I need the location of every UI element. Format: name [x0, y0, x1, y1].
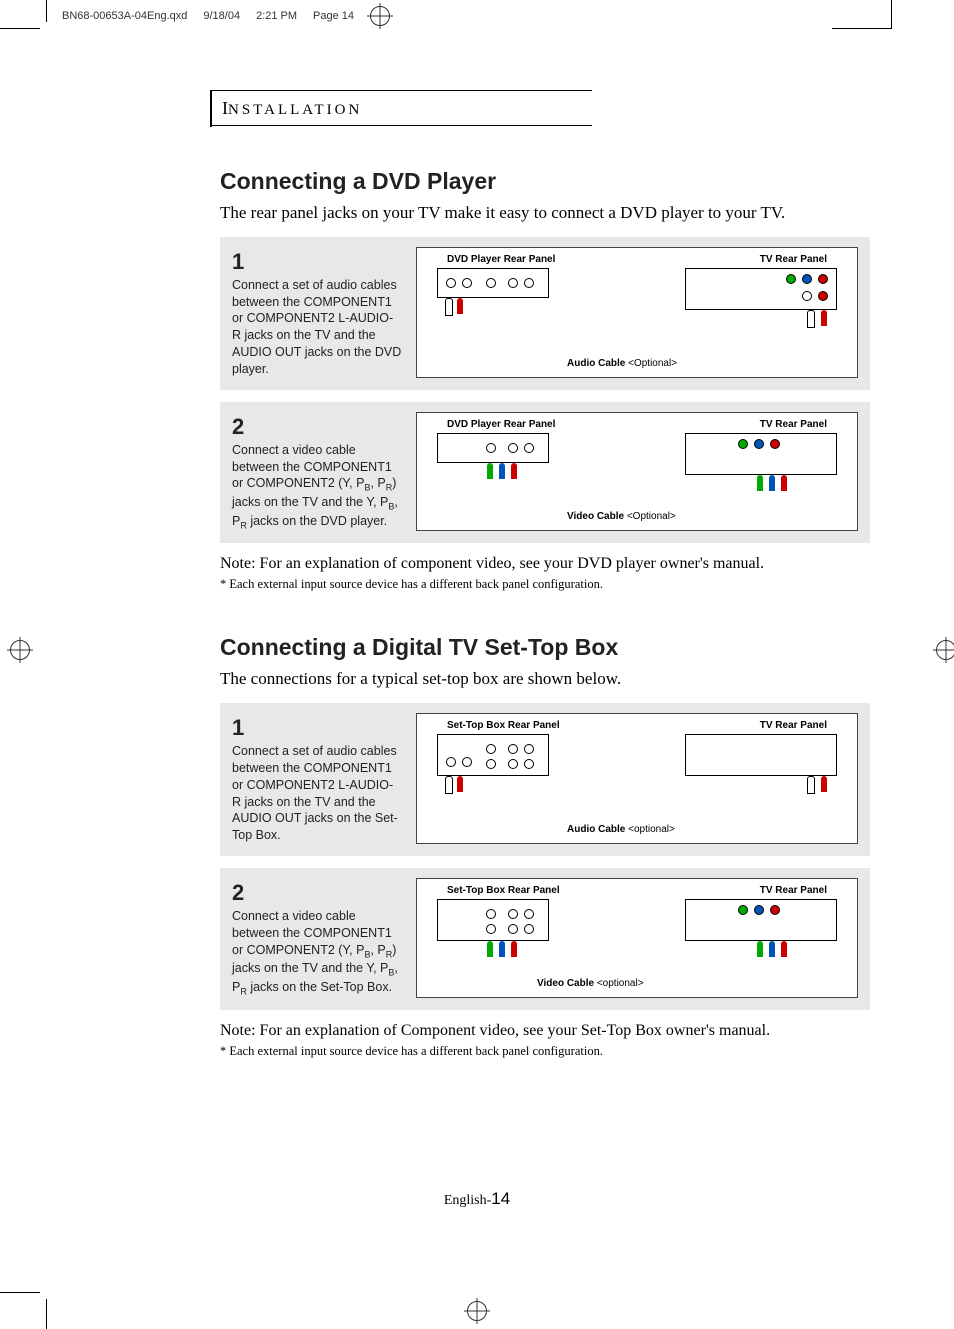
plug-red — [781, 941, 787, 957]
crop-mark — [46, 0, 47, 22]
registration-mark-icon — [370, 6, 390, 26]
crop-mark — [0, 28, 40, 29]
diagram-dvd-label: DVD Player Rear Panel — [447, 419, 555, 430]
dvd-panel — [437, 433, 549, 463]
tv-panel — [685, 268, 837, 310]
plug-red — [457, 298, 463, 314]
crop-mark — [891, 0, 892, 28]
page: BN68-00653A-04Eng.qxd 9/18/04 2:21 PM Pa… — [0, 0, 954, 1329]
body: Connecting a DVD Player The rear panel j… — [220, 168, 870, 1059]
plug-red — [821, 310, 827, 326]
tv-panel — [685, 433, 837, 475]
step-number: 2 — [232, 878, 402, 908]
diagram-tv-label: TV Rear Panel — [760, 885, 827, 896]
plug-white — [807, 776, 815, 794]
tv-panel — [685, 899, 837, 941]
step-text: 2 Connect a video cable between the COMP… — [232, 878, 402, 997]
diagram-stb-label: Set-Top Box Rear Panel — [447, 720, 560, 731]
stb-panel — [437, 899, 549, 941]
step-number: 2 — [232, 412, 402, 442]
plug-red — [511, 941, 517, 957]
footer-lang: English- — [444, 1193, 491, 1208]
tv-panel — [685, 734, 837, 776]
section2-intro: The connections for a typical set-top bo… — [220, 669, 870, 689]
cable-label: Audio Cable <Optional> — [567, 358, 677, 369]
registration-mark-icon — [10, 640, 30, 660]
plug-red — [457, 776, 463, 792]
plug-green — [757, 475, 763, 491]
section2-subnote: * Each external input source device has … — [220, 1044, 870, 1059]
crop-mark — [0, 1292, 40, 1293]
print-page: Page 14 — [313, 10, 354, 22]
registration-mark-icon — [936, 640, 954, 660]
plug-blue — [499, 941, 505, 957]
content-area: INSTALLATION Connecting a DVD Player The… — [90, 90, 870, 1063]
plug-blue — [769, 941, 775, 957]
print-header: BN68-00653A-04Eng.qxd 9/18/04 2:21 PM Pa… — [62, 6, 390, 26]
section2-note: Note: For an explanation of Component vi… — [220, 1022, 870, 1040]
plug-green — [757, 941, 763, 957]
plug-red — [781, 475, 787, 491]
step-text: 1 Connect a set of audio cables between … — [232, 247, 402, 378]
connection-diagram: DVD Player Rear Panel TV Rear Panel — [416, 247, 858, 378]
section2-step1: 1 Connect a set of audio cables between … — [220, 703, 870, 856]
step-text: 1 Connect a set of audio cables between … — [232, 713, 402, 844]
registration-mark-icon — [467, 1301, 487, 1321]
diagram-tv-label: TV Rear Panel — [760, 720, 827, 731]
section1-note: Note: For an explanation of component vi… — [220, 555, 870, 573]
diagram-dvd-label: DVD Player Rear Panel — [447, 254, 555, 265]
print-file: BN68-00653A-04Eng.qxd — [62, 10, 187, 22]
crop-mark — [46, 1299, 47, 1329]
plug-white — [445, 776, 453, 794]
plug-green — [487, 463, 493, 479]
page-footer: English-14 — [0, 1189, 954, 1209]
dvd-panel — [437, 268, 549, 298]
diagram-tv-label: TV Rear Panel — [760, 419, 827, 430]
cable-label: Video Cable <Optional> — [567, 511, 676, 522]
plug-red — [821, 776, 827, 792]
section1-intro: The rear panel jacks on your TV make it … — [220, 203, 870, 223]
plug-blue — [499, 463, 505, 479]
step-text: 2 Connect a video cable between the COMP… — [232, 412, 402, 531]
plug-white — [807, 310, 815, 328]
stb-panel — [437, 734, 549, 776]
section1-step1: 1 Connect a set of audio cables between … — [220, 237, 870, 390]
print-time: 2:21 PM — [256, 10, 297, 22]
section2-title: Connecting a Digital TV Set-Top Box — [220, 634, 870, 661]
connection-diagram: DVD Player Rear Panel TV Rear Panel — [416, 412, 858, 531]
section-tab-label: INSTALLATION — [222, 98, 362, 119]
step-number: 1 — [232, 713, 402, 743]
section1-step2: 2 Connect a video cable between the COMP… — [220, 402, 870, 543]
connection-diagram: Set-Top Box Rear Panel TV Rear Panel — [416, 713, 858, 844]
print-date: 9/18/04 — [203, 10, 240, 22]
plug-green — [487, 941, 493, 957]
section-tab: INSTALLATION — [210, 90, 592, 126]
diagram-stb-label: Set-Top Box Rear Panel — [447, 885, 560, 896]
plug-blue — [769, 475, 775, 491]
step-number: 1 — [232, 247, 402, 277]
crop-mark — [832, 28, 892, 29]
section1-subnote: * Each external input source device has … — [220, 577, 870, 592]
cable-label: Audio Cable <optional> — [567, 824, 675, 835]
connection-diagram: Set-Top Box Rear Panel TV Rear Panel — [416, 878, 858, 997]
section2-step2: 2 Connect a video cable between the COMP… — [220, 868, 870, 1009]
diagram-tv-label: TV Rear Panel — [760, 254, 827, 265]
section1-title: Connecting a DVD Player — [220, 168, 870, 195]
footer-page: 14 — [491, 1189, 510, 1208]
plug-white — [445, 298, 453, 316]
cable-label: Video Cable <optional> — [537, 978, 644, 989]
plug-red — [511, 463, 517, 479]
